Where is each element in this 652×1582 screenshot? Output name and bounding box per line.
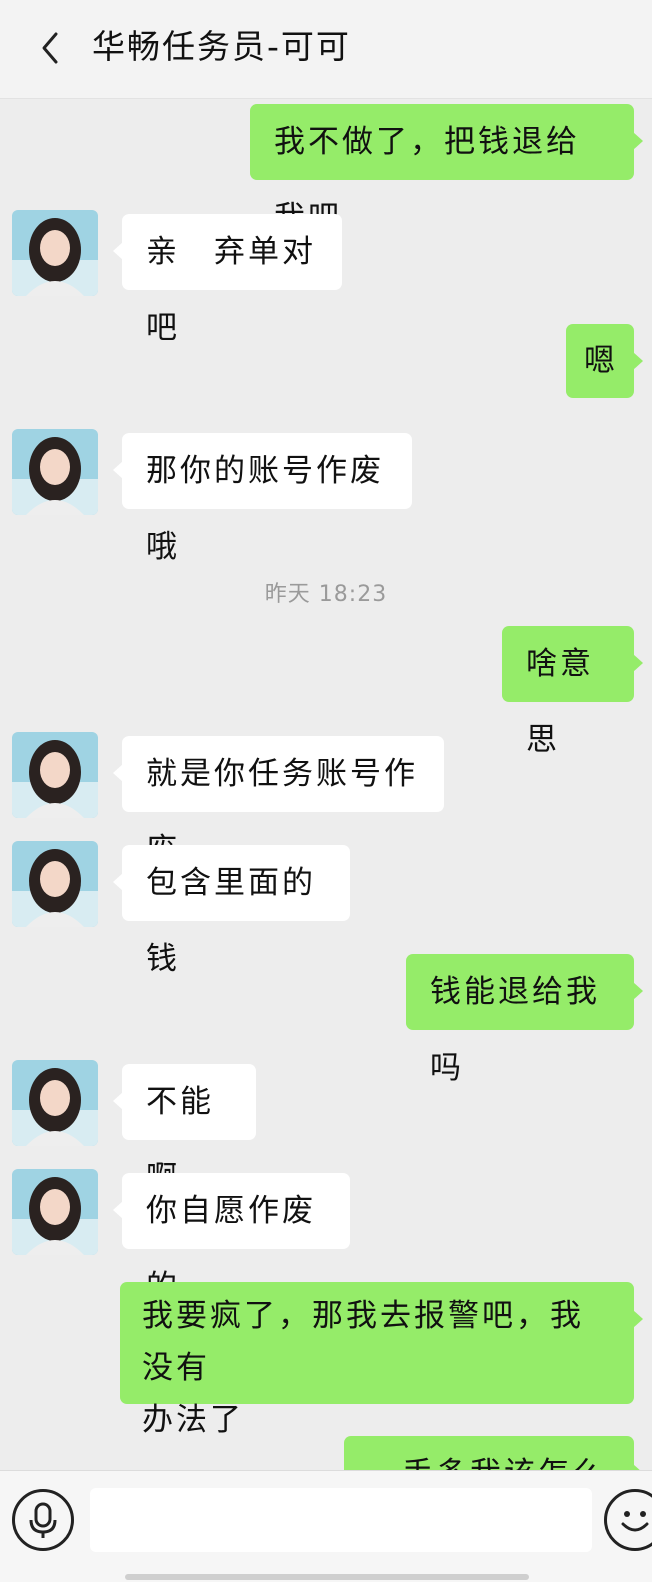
incoming-message[interactable]: 亲 弃单对吧	[113, 214, 342, 346]
smiley-icon[interactable]	[604, 1489, 652, 1551]
message-line: 我要疯了，那我去报警吧，我没有	[142, 1298, 584, 1386]
avatar[interactable]	[12, 429, 98, 515]
home-indicator	[125, 1574, 529, 1580]
avatar[interactable]	[12, 732, 98, 818]
outgoing-message[interactable]: 我不做了，把钱退给我吧	[250, 104, 643, 236]
message-list[interactable]: 我不做了，把钱退给我吧 亲 弃单对吧 嗯	[0, 98, 652, 1483]
incoming-message[interactable]: 就是你任务账号作废	[113, 736, 444, 868]
outgoing-message[interactable]: 钱能退给我吗	[406, 954, 643, 1086]
avatar[interactable]	[12, 210, 98, 296]
outgoing-message[interactable]: 嗯	[566, 324, 643, 398]
chevron-left-icon[interactable]	[36, 28, 66, 68]
outgoing-message[interactable]: 啥意思	[502, 626, 643, 758]
avatar[interactable]	[12, 841, 98, 927]
avatar[interactable]	[12, 1060, 98, 1146]
incoming-message[interactable]: 包含里面的钱	[113, 845, 350, 977]
input-bar	[0, 1470, 652, 1582]
chat-header: 华畅任务员-可可	[0, 0, 652, 99]
avatar[interactable]	[12, 1169, 98, 1255]
incoming-message[interactable]: 你自愿作废的	[113, 1173, 350, 1305]
microphone-icon[interactable]	[12, 1489, 74, 1551]
timestamp: 昨天 18:23	[264, 582, 388, 607]
incoming-message[interactable]: 不能啊	[113, 1064, 256, 1196]
message-input[interactable]	[90, 1488, 592, 1552]
chat-title: 华畅任务员-可可	[92, 27, 351, 66]
outgoing-message[interactable]: 我要疯了，那我去报警吧，我没有 办法了	[120, 1282, 643, 1438]
incoming-message[interactable]: 那你的账号作废哦	[113, 433, 412, 565]
